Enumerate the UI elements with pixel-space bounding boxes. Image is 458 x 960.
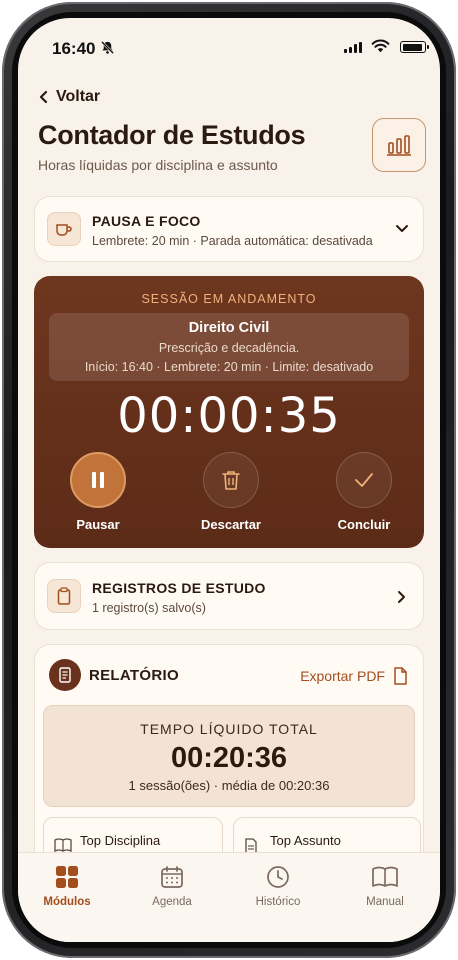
report-title: RELATÓRIO [89, 667, 179, 684]
session-topic: Prescrição e decadência. [158, 341, 300, 355]
session-discipline: Direito Civil [188, 320, 270, 336]
study-records-detail: 1 registro(s) salvo(s) [92, 601, 206, 615]
bottom-tab-bar: Módulos Agenda Histórico Manual [18, 852, 440, 942]
tab-manual[interactable]: Manual [340, 864, 430, 908]
trash-icon [203, 452, 259, 508]
session-timer: 00:00:35 [117, 388, 341, 444]
tab-agenda[interactable]: Agenda [127, 864, 217, 908]
chevron-left-icon [39, 90, 48, 104]
study-records-card[interactable]: REGISTROS DE ESTUDO 1 registro(s) salvo(… [34, 562, 424, 630]
tab-modules[interactable]: Módulos [22, 864, 112, 908]
check-icon [336, 452, 392, 508]
total-time-value: 00:20:36 [170, 742, 288, 774]
page-subtitle: Horas líquidas por disciplina e assunto [38, 157, 278, 173]
back-button[interactable]: Voltar [38, 88, 100, 106]
total-time-label: TEMPO LÍQUIDO TOTAL [140, 721, 318, 737]
pause-icon [70, 452, 126, 508]
book-open-icon [340, 864, 430, 890]
calendar-icon [127, 864, 217, 890]
battery-icon [400, 41, 429, 53]
cup-icon [47, 212, 81, 246]
study-records-title: REGISTROS DE ESTUDO [92, 580, 266, 596]
cellular-signal-icon [344, 42, 362, 53]
export-pdf-button[interactable]: Exportar PDF [300, 667, 407, 685]
tab-history[interactable]: Histórico [233, 864, 323, 908]
clock-icon [233, 864, 323, 890]
bar-chart-icon [387, 135, 411, 156]
chevron-down-icon [396, 225, 408, 232]
status-time: 16:40 [52, 39, 96, 58]
app-screen: 16:40 Voltar Contador de Estudos Horas l… [18, 18, 440, 942]
wifi-icon [371, 39, 390, 58]
book-icon [54, 838, 72, 852]
session-status-label: SESSÃO EM ANDAMENTO [141, 292, 317, 306]
total-time-summary: 1 sessão(ões) · média de 00:20:36 [128, 778, 330, 793]
bell-muted-icon [100, 40, 115, 60]
back-label: Voltar [56, 88, 101, 105]
finish-label: Concluir [337, 517, 391, 532]
pause-focus-detail: Lembrete: 20 min · Parada automática: de… [92, 234, 373, 248]
pause-focus-card[interactable]: PAUSA E FOCO Lembrete: 20 min · Parada a… [34, 196, 424, 262]
status-bar: 16:40 [18, 18, 440, 78]
session-info-box: Direito Civil Prescrição e decadência. I… [49, 313, 409, 381]
total-time-box: TEMPO LÍQUIDO TOTAL 00:20:36 1 sessão(õe… [43, 705, 415, 807]
discard-label: Descartar [201, 517, 261, 532]
finish-button[interactable]: Concluir [324, 452, 404, 532]
tab-modules-label: Módulos [43, 896, 91, 908]
report-document-icon [49, 659, 81, 691]
top-topic-label: Top Assunto [270, 833, 341, 848]
clipboard-icon [47, 579, 81, 613]
top-discipline-label: Top Disciplina [80, 833, 161, 848]
pause-button[interactable]: Pausar [58, 452, 138, 532]
file-icon [394, 667, 407, 685]
grid-icon [22, 864, 112, 890]
chevron-right-icon [398, 591, 405, 603]
stats-button[interactable] [372, 118, 426, 172]
pause-label: Pausar [76, 517, 120, 532]
session-meta: Início: 16:40 · Lembrete: 20 min · Limit… [84, 360, 374, 374]
page-title: Contador de Estudos [38, 120, 306, 150]
tab-history-label: Histórico [255, 896, 301, 908]
export-pdf-label: Exportar PDF [300, 668, 385, 684]
pause-focus-title: PAUSA E FOCO [92, 213, 201, 229]
tab-manual-label: Manual [366, 896, 404, 908]
tab-agenda-label: Agenda [152, 896, 192, 908]
discard-button[interactable]: Descartar [191, 452, 271, 532]
session-card: SESSÃO EM ANDAMENTO Direito Civil Prescr… [34, 276, 424, 548]
